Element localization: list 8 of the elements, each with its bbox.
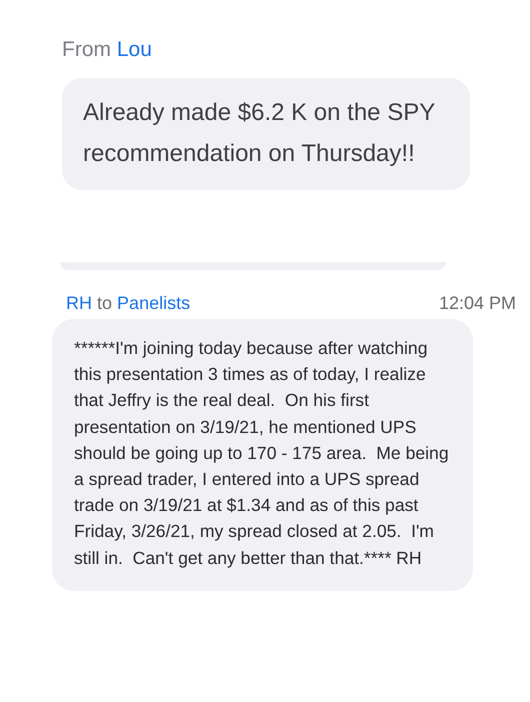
from-label: From [62, 38, 111, 61]
sender-name[interactable]: Lou [116, 38, 152, 61]
message-bubble: Already made $6.2 K on the SPY recommendation on Thursday!! [62, 78, 470, 190]
recipient-name[interactable]: Panelists [117, 293, 190, 313]
message-time: 12:04 PM [438, 292, 516, 315]
sender-name[interactable]: RH [66, 293, 92, 313]
to-label: to [97, 293, 112, 313]
message-bubble: ******I'm joining today because after watching this presentation 3 times as of today, I realize that Jeffry is the real deal. On his first presentation on 3/19/21, he mentioned UPS should be going up to 170 - 175 area. Me being a spread trader, I entered into a UPS spread trade on 3/19/21 at $1.34 and as of this past Friday, 3/26/21, my spread closed at 2.05. I'm still in. Can't get any better than that.**** RH [52, 319, 473, 591]
